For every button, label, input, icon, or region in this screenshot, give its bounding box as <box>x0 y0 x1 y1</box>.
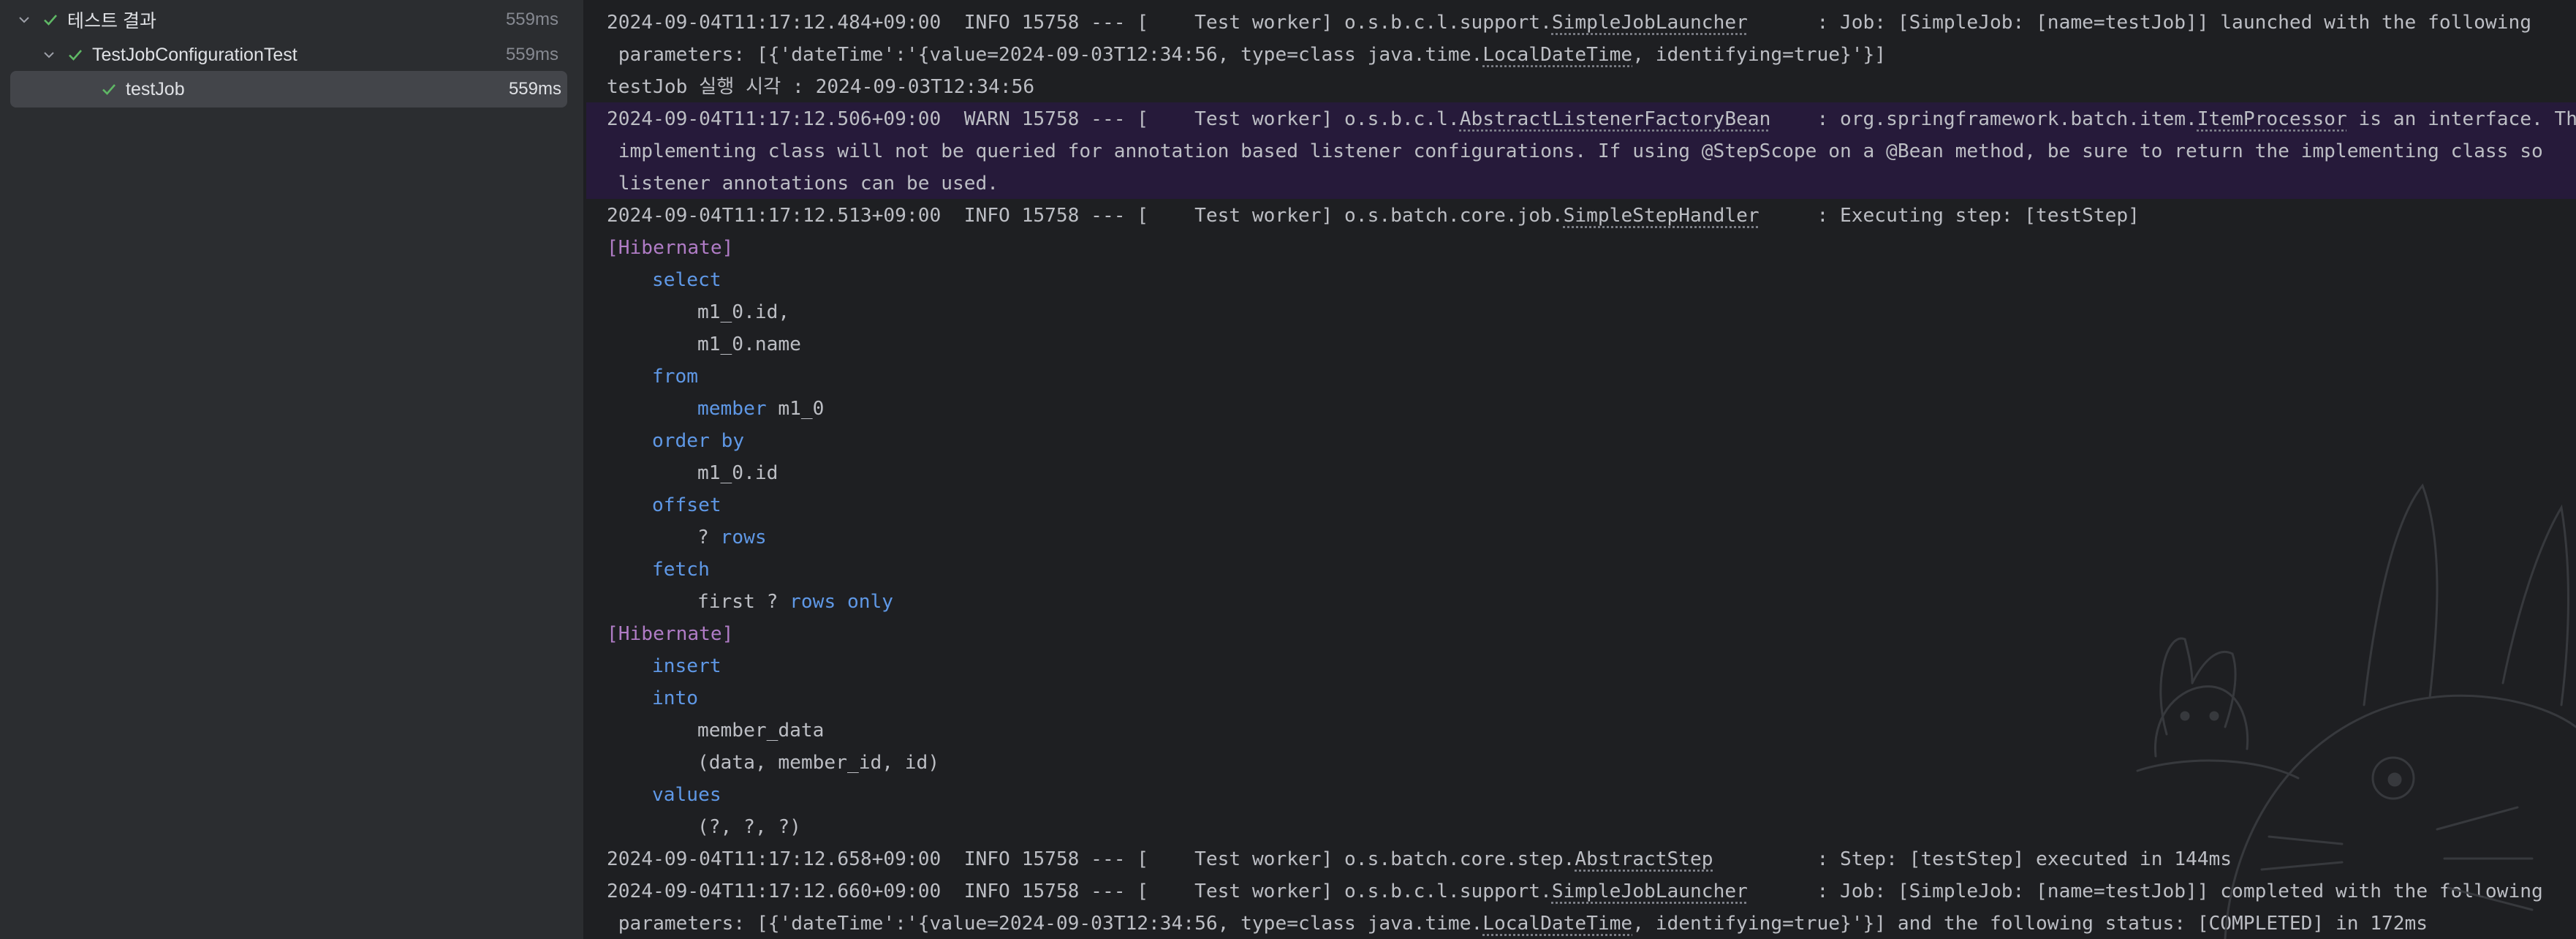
class-link[interactable]: SimpleJobLauncher <box>1552 12 1748 34</box>
class-link[interactable]: LocalDateTime <box>1482 913 1632 935</box>
class-link[interactable]: AbstractStep <box>1575 848 1713 870</box>
class-link[interactable]: SimpleStepHandler <box>1564 205 1759 227</box>
log-line: 2024-09-04T11:17:12.658+09:00 INFO 15758… <box>607 848 2232 870</box>
sql-keyword: offset <box>652 494 721 516</box>
tree-node-suite[interactable]: TestJobConfigurationTest 559ms <box>0 37 570 73</box>
class-link[interactable]: SimpleJobLauncher <box>1552 880 1748 902</box>
sql-keyword: fetch <box>652 559 710 581</box>
sql-text: member m1_0 <box>697 398 825 420</box>
class-link[interactable]: AbstractListenerFactoryBean <box>1460 108 1771 130</box>
sql-text: m1_0.id, <box>697 301 790 323</box>
sql-text: m1_0.name <box>697 333 801 355</box>
warn-line: listener annotations can be used. <box>607 173 999 195</box>
console-output[interactable]: 2024-09-04T11:17:12.484+09:00 INFO 15758… <box>586 0 2576 939</box>
sql-keyword: from <box>652 366 699 388</box>
check-icon <box>66 45 85 64</box>
totoro-icon <box>2136 483 2576 939</box>
hibernate-tag: [Hibernate] <box>607 623 734 645</box>
sql-text: (data, member_id, id) <box>697 752 940 774</box>
sql-text: ? rows <box>697 527 767 548</box>
duration-label: 559ms <box>505 45 558 64</box>
sql-text: m1_0.id <box>697 462 779 484</box>
duration-label: 559ms <box>505 10 558 29</box>
test-results-tree: 테스트 결과 559ms TestJobConfigurationTest 55… <box>0 0 583 939</box>
warn-line: 2024-09-04T11:17:12.506+09:00 WARN 15758… <box>607 108 2576 130</box>
chevron-down-icon[interactable] <box>16 12 32 28</box>
sql-keyword: insert <box>652 655 721 677</box>
check-icon <box>41 10 60 29</box>
check-icon <box>99 80 118 99</box>
sql-text: first ? rows only <box>697 591 894 613</box>
tree-node-label: testJob <box>126 78 185 99</box>
log-line: 2024-09-04T11:17:12.484+09:00 INFO 15758… <box>607 12 2531 34</box>
sql-keyword: into <box>652 687 699 709</box>
duration-label: 559ms <box>508 79 561 99</box>
tree-node-label: TestJobConfigurationTest <box>92 44 298 65</box>
hibernate-tag: [Hibernate] <box>607 237 734 259</box>
log-line: parameters: [{'dateTime':'{value=2024-09… <box>607 44 1887 66</box>
log-line: 2024-09-04T11:17:12.513+09:00 INFO 15758… <box>607 205 2140 227</box>
tree-node-root[interactable]: 테스트 결과 559ms <box>0 1 570 38</box>
tree-node-test[interactable]: testJob 559ms <box>10 71 567 108</box>
sql-text: member_data <box>697 720 825 742</box>
sql-keyword: values <box>652 784 721 806</box>
class-link[interactable]: LocalDateTime <box>1482 44 1632 66</box>
chevron-down-icon[interactable] <box>41 47 57 63</box>
tree-node-label: 테스트 결과 <box>67 11 156 31</box>
sql-keyword: select <box>652 269 721 291</box>
sql-text: (?, ?, ?) <box>697 816 801 838</box>
sql-keyword: order by <box>652 430 745 452</box>
log-line: testJob 실행 시각 : 2024-09-03T12:34:56 <box>607 76 1035 98</box>
class-link[interactable]: ItemProcessor <box>2197 108 2347 130</box>
warn-line: implementing class will not be queried f… <box>607 140 2543 162</box>
